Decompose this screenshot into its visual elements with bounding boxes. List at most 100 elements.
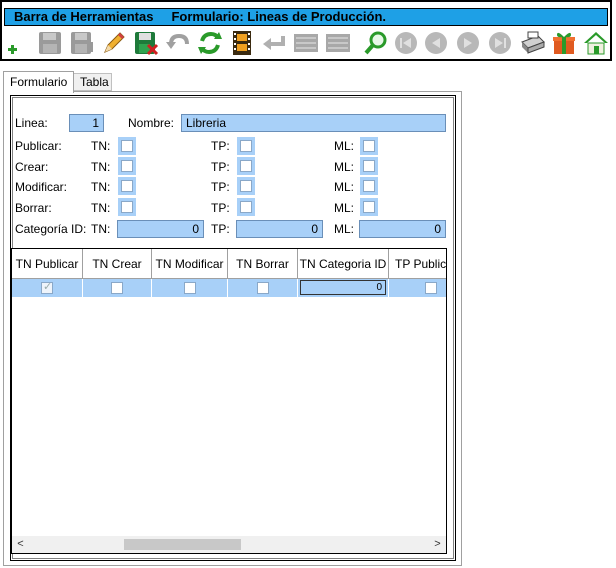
- save-delete-button[interactable]: [132, 29, 160, 57]
- borrar-ml-label: ML:: [334, 201, 355, 215]
- film-button[interactable]: [228, 29, 256, 57]
- tab-tabla-label: Tabla: [80, 75, 109, 89]
- search-magnifier-icon: [364, 31, 387, 55]
- undo-button[interactable]: [164, 29, 192, 57]
- crear-tp-checkbox[interactable]: [237, 157, 255, 175]
- search-button[interactable]: [362, 29, 390, 57]
- categoria-tn-field[interactable]: 0: [117, 220, 204, 238]
- home-icon: [584, 32, 608, 55]
- publicar-tp-label: TP:: [211, 139, 230, 153]
- borrar-label: Borrar:: [15, 201, 52, 215]
- modificar-ml-checkbox[interactable]: [360, 177, 378, 195]
- save-icon: [39, 32, 61, 54]
- next-record-button[interactable]: [454, 29, 482, 57]
- list-button-1[interactable]: [292, 29, 320, 57]
- last-record-icon: [489, 32, 511, 54]
- modificar-label: Modificar:: [15, 180, 68, 194]
- cell-tn-modificar[interactable]: [152, 279, 228, 297]
- last-record-button[interactable]: [486, 29, 514, 57]
- categoria-ml-field[interactable]: 0: [359, 220, 446, 238]
- gift-icon: [553, 32, 575, 54]
- modificar-tp-label: TP:: [211, 180, 230, 194]
- edit-pencil-icon: [104, 32, 125, 53]
- form-title: Formulario: Lineas de Producción.: [171, 9, 387, 24]
- list-button-2[interactable]: [324, 29, 352, 57]
- toolbar-title: Barra de Herramientas: [14, 9, 154, 24]
- tab-formulario-label: Formulario: [10, 75, 68, 89]
- toolbar-titlebar: Barra de Herramientas Formulario: Lineas …: [4, 8, 608, 26]
- cell-tn-borrar-checkbox[interactable]: [256, 282, 269, 294]
- save-button[interactable]: [36, 29, 64, 57]
- previous-record-icon: [425, 32, 447, 54]
- modificar-tn-checkbox[interactable]: [118, 177, 136, 195]
- horizontal-scrollbar[interactable]: < >: [12, 536, 446, 553]
- gift-button[interactable]: [550, 29, 578, 57]
- scroll-left-icon[interactable]: <: [12, 536, 29, 553]
- modificar-tn-label: TN:: [91, 180, 111, 194]
- publicar-tn-label: TN:: [91, 139, 111, 153]
- cell-tp-publicar[interactable]: [389, 279, 446, 297]
- column-header-tp-publicar[interactable]: TP Publicar: [389, 249, 446, 279]
- crear-tp-label: TP:: [211, 160, 230, 174]
- column-header-tn-modificar[interactable]: TN Modificar: [152, 249, 228, 279]
- save-delete-icon: [135, 32, 159, 56]
- modificar-ml-label: ML:: [334, 180, 355, 194]
- categoria-label: Categoría ID:: [15, 222, 87, 236]
- publicar-ml-label: ML:: [334, 139, 355, 153]
- publicar-tp-checkbox[interactable]: [237, 137, 255, 155]
- tab-formulario[interactable]: Formulario: [3, 71, 74, 93]
- save-as-button[interactable]: [68, 29, 96, 57]
- previous-record-button[interactable]: [422, 29, 450, 57]
- save-as-icon: [71, 32, 93, 54]
- borrar-tp-label: TP:: [211, 201, 230, 215]
- list-icon: [294, 34, 318, 52]
- borrar-tn-checkbox[interactable]: [118, 198, 136, 216]
- publicar-ml-checkbox[interactable]: [360, 137, 378, 155]
- add-button[interactable]: [4, 29, 32, 57]
- tab-tabla[interactable]: Tabla: [74, 73, 112, 91]
- table-row[interactable]: 0: [12, 279, 446, 297]
- first-record-button[interactable]: [392, 29, 420, 57]
- cell-tn-publicar[interactable]: [12, 279, 83, 297]
- cell-tn-borrar[interactable]: [228, 279, 298, 297]
- categoria-ml-label: ML:: [334, 222, 355, 236]
- scrollbar-thumb[interactable]: [124, 539, 241, 550]
- refresh-icon: [198, 31, 222, 55]
- column-header-tn-categoria-id[interactable]: TN Categoria ID: [298, 249, 389, 279]
- scroll-right-icon[interactable]: >: [429, 536, 446, 553]
- print-button[interactable]: [518, 29, 546, 57]
- first-record-icon: [395, 32, 417, 54]
- borrar-ml-checkbox[interactable]: [360, 198, 378, 216]
- categoria-tn-label: TN:: [91, 222, 111, 236]
- home-button[interactable]: [582, 29, 610, 57]
- crear-ml-checkbox[interactable]: [360, 157, 378, 175]
- return-button[interactable]: [260, 29, 288, 57]
- cell-tn-publicar-checkbox[interactable]: [41, 280, 53, 294]
- crear-tn-label: TN:: [91, 160, 111, 174]
- categoria-tp-field[interactable]: 0: [236, 220, 323, 238]
- crear-tn-checkbox[interactable]: [118, 157, 136, 175]
- grid-header: TN Publicar TN Crear TN Modificar TN Bor…: [12, 249, 446, 279]
- refresh-button[interactable]: [196, 29, 224, 57]
- nombre-field[interactable]: Libreria: [181, 114, 446, 132]
- data-grid: TN Publicar TN Crear TN Modificar TN Bor…: [11, 248, 447, 554]
- publicar-tn-checkbox[interactable]: [118, 137, 136, 155]
- edit-button[interactable]: [100, 29, 128, 57]
- borrar-tp-checkbox[interactable]: [237, 198, 255, 216]
- cell-tn-categoria-id-value[interactable]: 0: [300, 280, 386, 295]
- modificar-tp-checkbox[interactable]: [237, 177, 255, 195]
- cell-tn-modificar-checkbox[interactable]: [183, 282, 196, 294]
- cell-tn-crear[interactable]: [83, 279, 152, 297]
- linea-label: Linea:: [15, 116, 48, 130]
- cell-tn-categoria-id[interactable]: 0: [298, 279, 389, 297]
- column-header-tn-borrar[interactable]: TN Borrar: [228, 249, 298, 279]
- toolbar-window: Barra de Herramientas Formulario: Lineas …: [0, 0, 612, 61]
- column-header-tn-crear[interactable]: TN Crear: [83, 249, 152, 279]
- list-icon: [326, 34, 350, 52]
- column-header-tn-publicar[interactable]: TN Publicar: [12, 249, 83, 279]
- printer-icon: [521, 31, 545, 54]
- cell-tn-crear-checkbox[interactable]: [111, 282, 123, 294]
- categoria-tp-label: TP:: [211, 222, 230, 236]
- linea-field[interactable]: 1: [69, 114, 104, 132]
- cell-tp-publicar-checkbox[interactable]: [425, 282, 437, 294]
